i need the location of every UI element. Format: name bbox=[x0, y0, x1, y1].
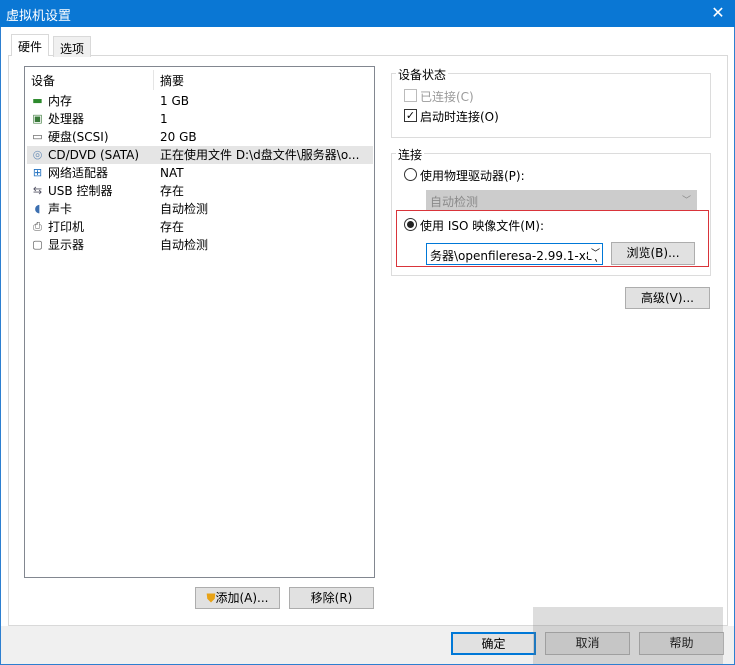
device-status-legend: 设备状态 bbox=[396, 66, 449, 83]
tab-hardware[interactable]: 硬件 bbox=[11, 34, 50, 56]
tab-options[interactable]: 选项 bbox=[53, 36, 92, 57]
connected-checkbox[interactable] bbox=[404, 89, 417, 102]
network-icon: ⊞ bbox=[32, 166, 43, 179]
device-row[interactable]: ▢ 显示器 自动检测 bbox=[27, 236, 373, 254]
sound-icon: ◖ bbox=[34, 202, 41, 215]
device-summary: NAT bbox=[160, 166, 184, 180]
advanced-button[interactable]: 高级(V)... bbox=[625, 287, 710, 309]
cd-icon: ◎ bbox=[32, 148, 43, 161]
physical-drive-value: 自动检测 bbox=[430, 195, 479, 209]
iso-radio[interactable] bbox=[404, 218, 417, 231]
device-name: CD/DVD (SATA) bbox=[48, 148, 140, 162]
device-row[interactable]: ◎ CD/DVD (SATA) 正在使用文件 D:\d盘文件\服务器\o... bbox=[27, 146, 373, 164]
printer-icon: ⎙ bbox=[33, 220, 42, 233]
device-row[interactable]: ⇆ USB 控制器 存在 bbox=[27, 182, 373, 200]
device-summary: 存在 bbox=[160, 220, 185, 234]
device-name: 处理器 bbox=[48, 112, 85, 126]
device-row[interactable]: ▬ 内存 1 GB bbox=[27, 92, 373, 110]
close-icon[interactable]: ✕ bbox=[707, 2, 729, 24]
chevron-down-icon: ﹀ bbox=[681, 196, 691, 206]
device-summary: 1 GB bbox=[160, 94, 189, 108]
device-name: 网络适配器 bbox=[48, 166, 109, 180]
physical-drive-radio[interactable] bbox=[404, 168, 417, 181]
browse-button[interactable]: 浏览(B)... bbox=[611, 242, 695, 265]
device-row[interactable]: ◖ 声卡 自动检测 bbox=[27, 200, 373, 218]
memory-icon: ▬ bbox=[32, 94, 43, 107]
add-button-label: 添加(A)... bbox=[215, 591, 269, 605]
window-title: 虚拟机设置 bbox=[6, 9, 72, 24]
device-row[interactable]: ⊞ 网络适配器 NAT bbox=[27, 164, 373, 182]
device-name: 显示器 bbox=[48, 238, 85, 252]
usb-icon: ⇆ bbox=[32, 184, 43, 197]
column-header-summary[interactable]: 摘要 bbox=[160, 72, 184, 90]
connection-legend: 连接 bbox=[396, 146, 425, 163]
column-header-device[interactable]: 设备 bbox=[31, 72, 55, 90]
device-row[interactable]: ⎙ 打印机 存在 bbox=[27, 218, 373, 236]
device-summary: 自动检测 bbox=[160, 238, 209, 252]
device-summary: 自动检测 bbox=[160, 202, 209, 216]
device-name: 打印机 bbox=[48, 220, 85, 234]
device-summary: 正在使用文件 D:\d盘文件\服务器\o... bbox=[160, 148, 360, 162]
remove-button[interactable]: 移除(R) bbox=[289, 587, 374, 609]
ok-button[interactable]: 确定 bbox=[451, 632, 536, 655]
processor-icon: ▣ bbox=[32, 112, 43, 125]
help-button[interactable]: 帮助 bbox=[639, 632, 724, 655]
harddisk-icon: ▭ bbox=[32, 130, 43, 143]
device-name: 硬盘(SCSI) bbox=[48, 130, 109, 144]
title-bar: 虚拟机设置 ✕ bbox=[0, 0, 735, 27]
cancel-button[interactable]: 取消 bbox=[545, 632, 630, 655]
device-summary: 20 GB bbox=[160, 130, 197, 144]
device-row[interactable]: ▣ 处理器 1 bbox=[27, 110, 373, 128]
connect-on-start-checkbox[interactable]: ✓ bbox=[404, 109, 417, 122]
physical-drive-select[interactable]: 自动检测 ﹀ bbox=[426, 190, 697, 211]
connect-on-start-label: 启动时连接(O) bbox=[420, 110, 499, 124]
iso-path-combobox[interactable]: 务器\openfileresa-2.99.1-x8(﹀ bbox=[426, 243, 603, 265]
column-divider[interactable] bbox=[153, 70, 154, 90]
device-summary: 存在 bbox=[160, 184, 185, 198]
device-row[interactable]: ▭ 硬盘(SCSI) 20 GB bbox=[27, 128, 373, 146]
add-button[interactable]: ⛊添加(A)... bbox=[195, 587, 280, 609]
device-name: USB 控制器 bbox=[48, 184, 113, 198]
device-name: 内存 bbox=[48, 94, 73, 108]
device-name: 声卡 bbox=[48, 202, 73, 216]
monitor-icon: ▢ bbox=[32, 238, 43, 251]
chevron-down-icon[interactable]: ﹀ bbox=[587, 246, 600, 259]
iso-label: 使用 ISO 映像文件(M): bbox=[420, 219, 544, 233]
iso-path-value: 务器\openfileresa-2.99.1-x8( bbox=[430, 249, 599, 263]
connected-label: 已连接(C) bbox=[420, 90, 474, 104]
device-summary: 1 bbox=[160, 112, 168, 126]
physical-drive-label: 使用物理驱动器(P): bbox=[420, 169, 525, 183]
